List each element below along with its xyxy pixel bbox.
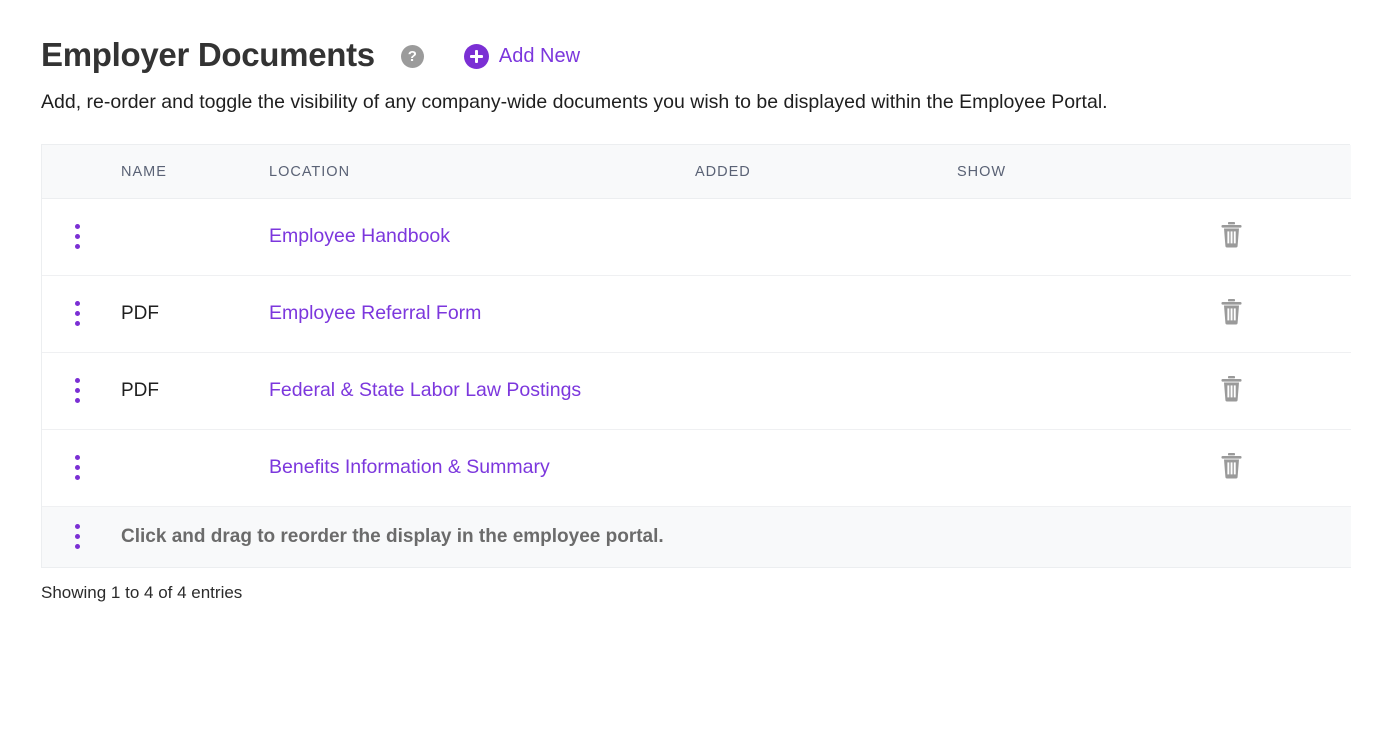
document-link[interactable]: Employee Referral Form (269, 302, 481, 324)
document-added-cell (695, 275, 957, 352)
page-subtitle: Add, re-order and toggle the visibility … (41, 89, 1380, 115)
reorder-hint-cell: Click and drag to reorder the display in… (121, 506, 1351, 567)
document-delete-cell (1219, 429, 1351, 506)
document-show-cell (957, 429, 1219, 506)
document-delete-cell (1219, 275, 1351, 352)
document-added-cell (695, 429, 957, 506)
drag-handle-icon[interactable] (67, 222, 87, 252)
document-type (121, 198, 269, 275)
reorder-hint-row: Click and drag to reorder the display in… (42, 506, 1351, 567)
drag-handle-icon[interactable] (67, 522, 87, 552)
document-link[interactable]: Employee Handbook (269, 225, 450, 247)
showing-entries-label: Showing 1 to 4 of 4 entries (41, 583, 1380, 603)
table-row: PDF Federal & State Labor Law Postings (42, 352, 1351, 429)
document-delete-cell (1219, 198, 1351, 275)
add-new-label: Add New (499, 45, 580, 68)
employer-documents-page: Employer Documents ? Add New Add, re-ord… (0, 0, 1380, 735)
trash-icon[interactable] (1219, 221, 1244, 248)
page-header: Employer Documents ? Add New (0, 0, 1380, 71)
document-type: PDF (121, 352, 269, 429)
document-location-cell: Employee Referral Form (269, 275, 695, 352)
document-location-cell: Benefits Information & Summary (269, 429, 695, 506)
trash-icon[interactable] (1219, 298, 1244, 325)
column-header-name[interactable]: NAME (121, 145, 269, 198)
document-location-cell: Federal & State Labor Law Postings (269, 352, 695, 429)
column-header-handle (42, 145, 121, 198)
drag-handle-icon[interactable] (67, 376, 87, 406)
page-title: Employer Documents (41, 38, 375, 71)
show-checkbox[interactable] (957, 456, 1219, 480)
table-header-row: NAME LOCATION ADDED SHOW (42, 145, 1351, 198)
column-header-location[interactable]: LOCATION (269, 145, 695, 198)
show-checkbox[interactable] (957, 379, 1219, 403)
document-delete-cell (1219, 352, 1351, 429)
column-header-added[interactable]: ADDED (695, 145, 957, 198)
help-icon[interactable]: ? (401, 45, 424, 68)
table-header: NAME LOCATION ADDED SHOW (42, 145, 1351, 198)
document-added-cell (695, 198, 957, 275)
documents-table: NAME LOCATION ADDED SHOW Employee Handbo… (42, 145, 1351, 568)
drag-handle-cell (42, 429, 121, 506)
table-row: Employee Handbook (42, 198, 1351, 275)
documents-table-container: NAME LOCATION ADDED SHOW Employee Handbo… (41, 144, 1350, 568)
reorder-hint-text: Click and drag to reorder the display in… (121, 526, 664, 547)
plus-circle-icon (464, 44, 489, 69)
document-type: PDF (121, 275, 269, 352)
document-show-cell (957, 352, 1219, 429)
document-link[interactable]: Federal & State Labor Law Postings (269, 379, 581, 401)
document-type (121, 429, 269, 506)
table-row: PDF Employee Referral Form (42, 275, 1351, 352)
drag-handle-icon[interactable] (67, 299, 87, 329)
column-header-actions (1219, 145, 1351, 198)
show-checkbox[interactable] (957, 225, 1219, 249)
trash-icon[interactable] (1219, 452, 1244, 479)
table-row: Benefits Information & Summary (42, 429, 1351, 506)
document-location-cell: Employee Handbook (269, 198, 695, 275)
column-header-show[interactable]: SHOW (957, 145, 1219, 198)
trash-icon[interactable] (1219, 375, 1244, 402)
table-body: Employee Handbook (42, 198, 1351, 567)
document-added-cell (695, 352, 957, 429)
show-checkbox[interactable] (957, 302, 1219, 326)
drag-handle-cell (42, 198, 121, 275)
drag-handle-cell (42, 275, 121, 352)
drag-handle-cell (42, 352, 121, 429)
add-new-button[interactable]: Add New (464, 44, 580, 69)
document-show-cell (957, 275, 1219, 352)
drag-handle-cell (42, 506, 121, 567)
drag-handle-icon[interactable] (67, 453, 87, 483)
document-link[interactable]: Benefits Information & Summary (269, 456, 550, 478)
document-show-cell (957, 198, 1219, 275)
